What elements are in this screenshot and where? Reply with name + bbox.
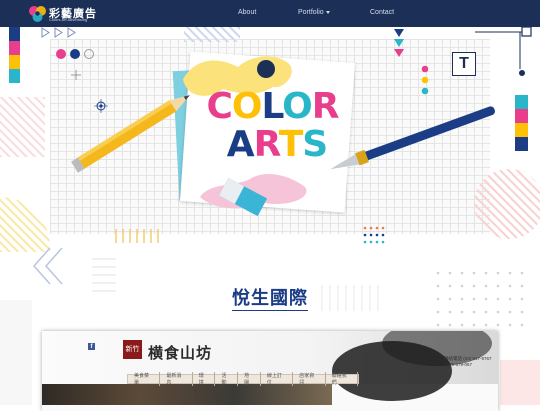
preview-contact: 聯絡電話 (03) 547-9767 0929-579-067 [444,356,492,368]
shop-logo-badge: 新竹 [123,340,142,359]
portfolio-item-title[interactable]: 悅生國際 [0,284,540,311]
preview-menu-item: 地圖 [238,372,261,386]
dots-row-icon [56,49,94,59]
pink-corner-block [500,360,540,405]
nav-link-about[interactable]: About [238,9,256,16]
nav-link-portfolio[interactable]: Portfolio [298,9,330,16]
wave-lines-icon [115,229,159,243]
pink-hatch-circle [474,169,540,239]
portfolio-item-title-text: 悅生國際 [232,288,308,311]
preview-menu-item: 聯絡我們 [326,372,358,386]
chevron-down-icon [325,10,330,14]
preview-menu-item: 美食菜單 [128,372,161,386]
pink-hatch-pattern [0,97,45,157]
line-connector-icon [475,27,532,76]
cmyk-dots-icon [29,6,46,22]
preview-menu-bar: 美食菜單 最新消息 環境 活動 地圖 線上訂位 店家資訊 聯絡我們 [127,372,359,386]
yellow-hatch-pattern [0,197,50,252]
nav-link-contact[interactable]: Contact [370,9,394,16]
eraser-icon [218,177,268,217]
hero-banner: T COLOR ARTS [0,27,540,252]
plus-icon [71,70,81,80]
pencil-icon [71,95,190,173]
blue-hatch-pattern [184,27,240,42]
top-navbar: 彩藝廣告 Colors Art Advertising About Portfo… [0,0,540,27]
double-chevron-icon [32,247,63,285]
gray-side-block [0,300,32,405]
vertical-dots-icon [421,65,429,95]
preview-menu-item: 店家資訊 [293,372,326,386]
shop-name-text: 横食山坊 [148,344,213,362]
hero-arts-word: ARTS [226,124,328,165]
arrow-down-icon [394,29,404,57]
preview-photo-strip [42,384,332,405]
triangle-row-icon [41,27,76,38]
brand-subtitle: Colors Art Advertising [49,17,88,22]
preview-menu-item: 活動 [215,372,239,386]
color-bar-left [9,27,20,83]
preview-menu-item: 線上訂位 [261,372,294,386]
nav-link-portfolio-label: Portfolio [298,9,324,16]
dot-grid-icon [363,226,385,244]
preview-menu-item: 最新消息 [160,372,193,386]
facebook-icon[interactable]: f [88,343,95,350]
color-bar-right [515,95,528,151]
craft-knife-icon [330,106,495,170]
preview-contact-line: 0929-579-067 [444,362,473,367]
preview-menu-item: 環境 [193,372,216,386]
